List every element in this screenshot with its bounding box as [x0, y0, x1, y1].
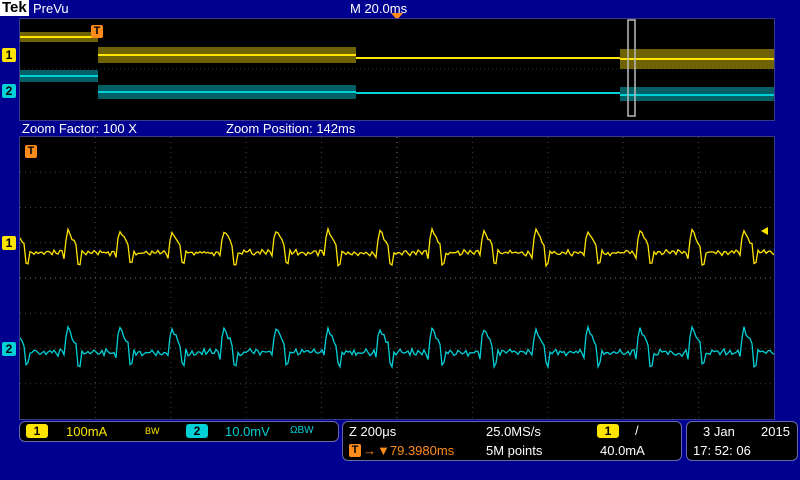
- record-length[interactable]: 5M points: [486, 443, 542, 458]
- zoom-factor-label: Zoom Factor: 100 X: [22, 121, 137, 136]
- ch2-badge[interactable]: 2: [186, 424, 208, 438]
- datetime-panel: 3 Jan 2015 17: 52: 06: [686, 421, 798, 461]
- overview-trace-svg: [20, 19, 774, 117]
- trigger-slope-icon: /: [635, 423, 639, 438]
- trigger-source-badge[interactable]: 1: [597, 424, 619, 438]
- zoom-position-label: Zoom Position: 142ms: [226, 121, 356, 136]
- ch1-ground-marker[interactable]: 1: [2, 236, 16, 250]
- trigger-position-marker: T: [349, 444, 361, 457]
- overview-ch1-marker[interactable]: 1: [2, 48, 16, 62]
- ch1-scale[interactable]: 100mA: [66, 424, 107, 439]
- acquisition-mode: PreVu: [33, 1, 69, 16]
- ch2-bandwidth-limit: ΩBW: [290, 425, 314, 436]
- overview-waveform[interactable]: [19, 18, 775, 121]
- overview-ch2-marker[interactable]: 2: [2, 84, 16, 98]
- sample-rate: 25.0MS/s: [486, 424, 541, 439]
- channel-settings-panel[interactable]: 1 100mA BW 2 10.0mV ΩBW: [19, 421, 339, 442]
- time: 17: 52: 06: [693, 443, 751, 458]
- trigger-horizontal-position[interactable]: ▼79.3980ms: [377, 443, 454, 458]
- ch2-ground-marker[interactable]: 2: [2, 342, 16, 356]
- top-bar: Tek PreVu M 20.0ms: [0, 0, 800, 20]
- ch1-bandwidth-limit: BW: [145, 426, 160, 436]
- overview-trigger-marker: T: [91, 25, 103, 38]
- zoom-time-scale[interactable]: Z 200μs: [349, 424, 396, 439]
- year: 2015: [761, 424, 790, 439]
- timebase-trigger-panel[interactable]: Z 200μs 25.0MS/s 1 / T → ▼79.3980ms 5M p…: [342, 421, 682, 461]
- graticule: [20, 137, 774, 419]
- zoomed-waveform[interactable]: [19, 136, 775, 420]
- tek-logo: Tek: [0, 0, 29, 16]
- zoomed-trace-svg: [19, 137, 775, 419]
- date: 3 Jan: [703, 424, 735, 439]
- arrow-icon: →: [363, 443, 376, 458]
- ch2-scale[interactable]: 10.0mV: [225, 424, 270, 439]
- zoom-trigger-marker: T: [25, 145, 37, 158]
- trigger-level[interactable]: 40.0mA: [600, 443, 645, 458]
- ch1-badge[interactable]: 1: [26, 424, 48, 438]
- trigger-level-icon: [761, 227, 768, 235]
